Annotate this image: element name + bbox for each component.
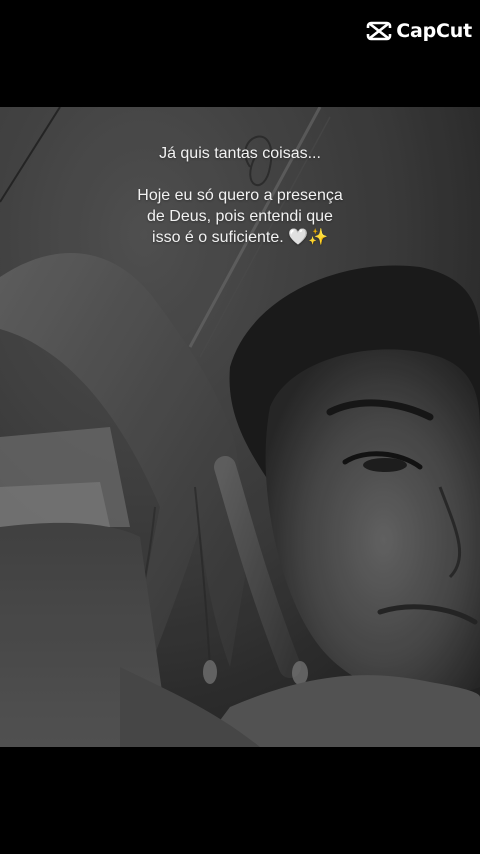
caption-line-3: de Deus, pois entendi que [147, 208, 333, 225]
caption-line-4-text: isso é o suficiente. [152, 229, 284, 246]
capcut-watermark-text: CapCut [396, 20, 472, 42]
capcut-watermark: CapCut [366, 20, 472, 42]
caption-line-1: Já quis tantas coisas... [159, 145, 321, 162]
capcut-logo-icon [366, 21, 393, 41]
white-heart-icon: 🤍 [288, 229, 309, 246]
sparkles-icon: ✨ [308, 229, 328, 246]
caption-line-4: isso é o suficiente. 🤍✨ [0, 227, 480, 248]
story-caption: Já quis tantas coisas... Hoje eu só quer… [0, 143, 480, 248]
caption-line-2: Hoje eu só quero a presença [137, 187, 343, 204]
